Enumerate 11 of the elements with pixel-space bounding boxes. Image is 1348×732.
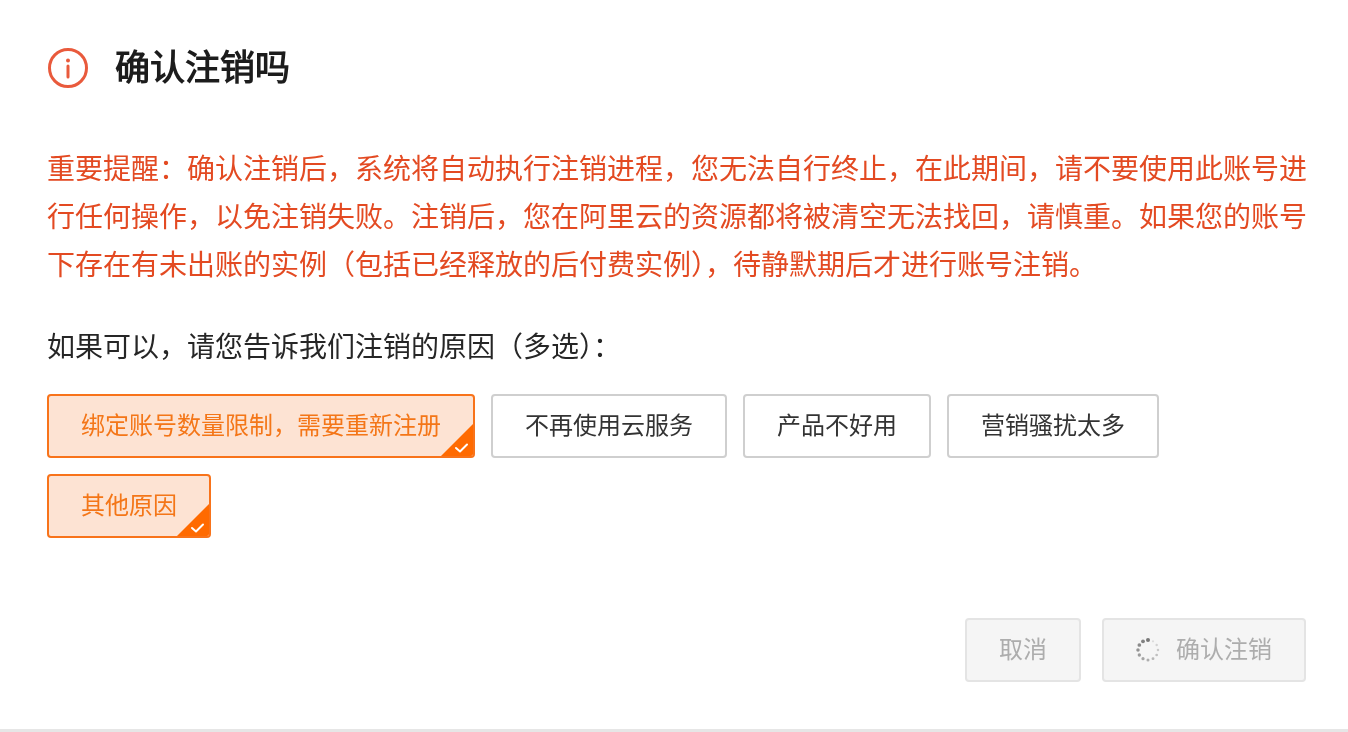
question-text: 如果可以，请您告诉我们注销的原因（多选）： [47,330,621,366]
reason-chip[interactable]: 营销骚扰太多 [947,394,1159,458]
check-corner-icon [441,424,473,456]
dialog-title: 确认注销吗 [115,48,290,88]
reason-chip[interactable]: 绑定账号数量限制，需要重新注册 [47,394,475,458]
warning-text: 重要提醒：确认注销后，系统将自动执行注销进程，您无法自行终止，在此期间，请不要使用此账号进行任何操作，以免注销失败。注销后，您在阿里云的资源都将被清空无法找回，请慎重。如果您的账号下存在有未出账的实例（包括已经释放的后付费实例），待静默期后才进行账号注销。 [47,152,1308,284]
check-corner-icon [177,504,209,536]
reason-chip[interactable]: 其他原因 [47,474,211,538]
info-icon [48,48,88,88]
reason-chip[interactable]: 产品不好用 [743,394,931,458]
reason-chip[interactable]: 不再使用云服务 [491,394,727,458]
